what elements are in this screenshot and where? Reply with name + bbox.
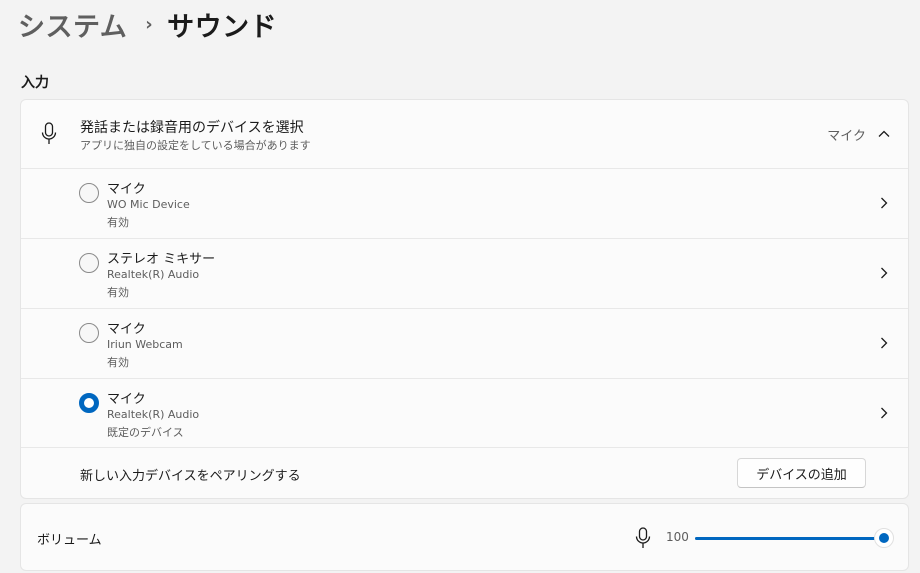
volume-value: 100 [666, 530, 689, 544]
selected-device-value: マイク [827, 129, 866, 144]
microphone-icon [41, 122, 57, 144]
device-name: マイク [107, 182, 146, 197]
device-status: 有効 [107, 286, 129, 299]
device-name: マイク [107, 322, 146, 337]
chevron-right-icon [881, 337, 888, 349]
device-detail: Realtek(R) Audio [107, 268, 200, 281]
breadcrumb-system-link[interactable]: システム [18, 5, 127, 44]
device-detail: WO Mic Device [107, 198, 190, 211]
device-detail: Iriun Webcam [107, 338, 183, 351]
volume-label: ボリューム [37, 533, 102, 548]
device-radio[interactable] [79, 183, 99, 203]
chevron-right-icon [881, 197, 888, 209]
device-name: マイク [107, 392, 146, 407]
device-detail: Realtek(R) Audio [107, 408, 200, 421]
device-radio[interactable] [79, 323, 99, 343]
volume-card: ボリューム 100 [20, 503, 909, 571]
chevron-right-icon [881, 407, 888, 419]
pair-input-device-row: 新しい入力デバイスをペアリングする デバイスの追加 [21, 448, 908, 500]
volume-slider-thumb[interactable] [874, 528, 894, 548]
select-device-title: 発話または録音用のデバイスを選択 [80, 120, 304, 136]
page-title: サウンド [167, 11, 278, 43]
volume-slider-fill [695, 537, 884, 540]
breadcrumb-separator: › [145, 13, 154, 35]
device-status: 有効 [107, 356, 129, 369]
input-device-row[interactable]: マイク WO Mic Device 有効 [21, 169, 908, 239]
device-radio-selected[interactable] [79, 393, 99, 413]
pair-device-label: 新しい入力デバイスをペアリングする [80, 469, 301, 484]
device-status: 有効 [107, 216, 129, 229]
select-device-subtitle: アプリに独自の設定をしている場合があります [80, 139, 311, 152]
chevron-right-icon [881, 267, 888, 279]
input-device-card: 発話または録音用のデバイスを選択 アプリに独自の設定をしている場合があります マ… [20, 99, 909, 499]
input-device-row[interactable]: ステレオ ミキサー Realtek(R) Audio 有効 [21, 239, 908, 309]
chevron-up-icon[interactable] [877, 127, 891, 141]
input-device-row[interactable]: マイク Realtek(R) Audio 既定のデバイス [21, 379, 908, 449]
volume-slider[interactable] [693, 528, 894, 548]
device-name: ステレオ ミキサー [107, 252, 216, 267]
device-radio[interactable] [79, 253, 99, 273]
input-device-row[interactable]: マイク Iriun Webcam 有効 [21, 309, 908, 379]
microphone-icon[interactable] [634, 527, 652, 549]
breadcrumb: システム › サウンド [18, 4, 277, 44]
device-status: 既定のデバイス [107, 426, 184, 439]
add-device-button[interactable]: デバイスの追加 [737, 458, 866, 488]
select-input-device-header[interactable]: 発話または録音用のデバイスを選択 アプリに独自の設定をしている場合があります マ… [21, 100, 908, 168]
section-title-input: 入力 [21, 75, 49, 91]
